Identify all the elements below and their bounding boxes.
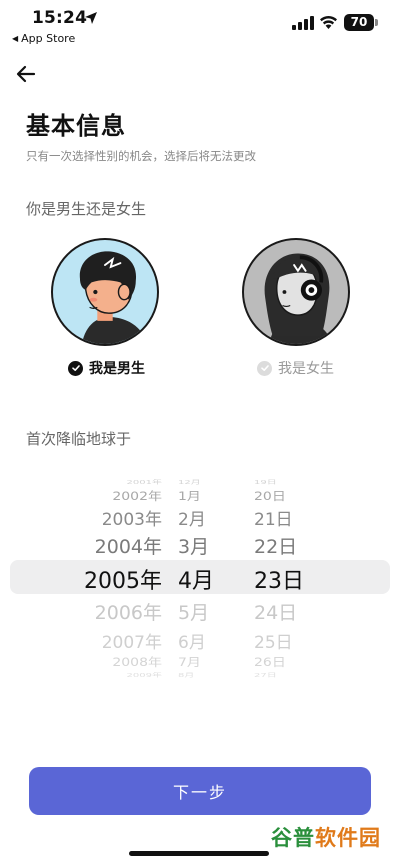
month-option[interactable]: 3月 — [172, 532, 232, 559]
month-option-selected[interactable]: 4月 — [172, 563, 232, 595]
month-option[interactable]: 7月 — [172, 654, 232, 670]
home-indicator[interactable] — [129, 851, 269, 856]
year-option-selected[interactable]: 2005年 — [72, 563, 172, 595]
watermark-part1: 谷普 — [271, 826, 315, 850]
checked-circle-icon — [68, 360, 83, 376]
day-option[interactable]: 27日 — [248, 670, 310, 679]
unchecked-circle-icon — [257, 360, 272, 376]
day-option[interactable]: 19日 — [248, 477, 310, 486]
year-option[interactable]: 2003年 — [72, 505, 172, 530]
back-triangle-icon: ◀ — [12, 34, 19, 43]
page-subtitle: 只有一次选择性别的机会，选择后将无法更改 — [26, 149, 256, 163]
location-arrow-icon — [85, 12, 97, 24]
battery-indicator: 70 — [344, 14, 374, 31]
female-avatar[interactable] — [242, 238, 350, 346]
year-wheel[interactable]: 2001年 2002年 2003年 2004年 2005年 2006年 2007… — [72, 470, 172, 680]
gender-option-female-label: 我是女生 — [278, 361, 334, 377]
year-option[interactable]: 2008年 — [72, 654, 172, 670]
month-wheel[interactable]: 12月 1月 2月 3月 4月 5月 6月 7月 8月 — [172, 470, 232, 680]
year-option[interactable]: 2004年 — [72, 532, 172, 559]
day-wheel[interactable]: 19日 20日 21日 22日 23日 24日 25日 26日 27日 — [248, 470, 310, 680]
year-option[interactable]: 2009年 — [72, 670, 172, 679]
day-option[interactable]: 24日 — [248, 598, 310, 625]
day-option[interactable]: 26日 — [248, 654, 310, 670]
month-option[interactable]: 6月 — [172, 628, 232, 653]
watermark-logo: 谷普软件园 — [271, 822, 381, 852]
gender-option-female[interactable]: 我是女生 — [257, 358, 334, 378]
birth-date-picker[interactable]: 2001年 2002年 2003年 2004年 2005年 2006年 2007… — [0, 470, 400, 680]
day-option[interactable]: 25日 — [248, 628, 310, 653]
year-option[interactable]: 2006年 — [72, 598, 172, 625]
gender-section-label: 你是男生还是女生 — [26, 200, 147, 218]
day-option[interactable]: 22日 — [248, 532, 310, 559]
year-option[interactable]: 2007年 — [72, 628, 172, 653]
month-option[interactable]: 5月 — [172, 598, 232, 625]
back-arrow-button[interactable] — [12, 60, 40, 88]
next-step-button[interactable]: 下一步 — [29, 767, 371, 815]
month-option[interactable]: 2月 — [172, 505, 232, 530]
male-avatar[interactable] — [51, 238, 159, 346]
back-app-label: App Store — [21, 32, 76, 45]
year-option[interactable]: 2002年 — [72, 488, 172, 504]
status-time: 15:24 — [32, 8, 88, 28]
month-option[interactable]: 12月 — [172, 477, 232, 486]
status-bar: 15:24 ◀ App Store 70 — [0, 0, 400, 52]
female-avatar-illustration — [264, 253, 333, 344]
day-option[interactable]: 20日 — [248, 488, 310, 504]
wifi-icon — [320, 16, 337, 29]
watermark-part2: 软件园 — [315, 826, 381, 850]
male-avatar-illustration — [79, 251, 148, 344]
month-option[interactable]: 8月 — [172, 670, 232, 679]
day-option[interactable]: 21日 — [248, 505, 310, 530]
gender-option-male[interactable]: 我是男生 — [68, 358, 145, 378]
month-option[interactable]: 1月 — [172, 488, 232, 504]
year-option[interactable]: 2001年 — [72, 477, 172, 486]
cellular-signal-icon — [292, 16, 314, 30]
back-to-app-store[interactable]: ◀ App Store — [12, 32, 75, 45]
page-title: 基本信息 — [26, 112, 126, 140]
birth-section-label: 首次降临地球于 — [26, 430, 132, 448]
day-option-selected[interactable]: 23日 — [248, 563, 310, 595]
gender-option-male-label: 我是男生 — [89, 361, 145, 377]
battery-tip — [375, 19, 378, 26]
